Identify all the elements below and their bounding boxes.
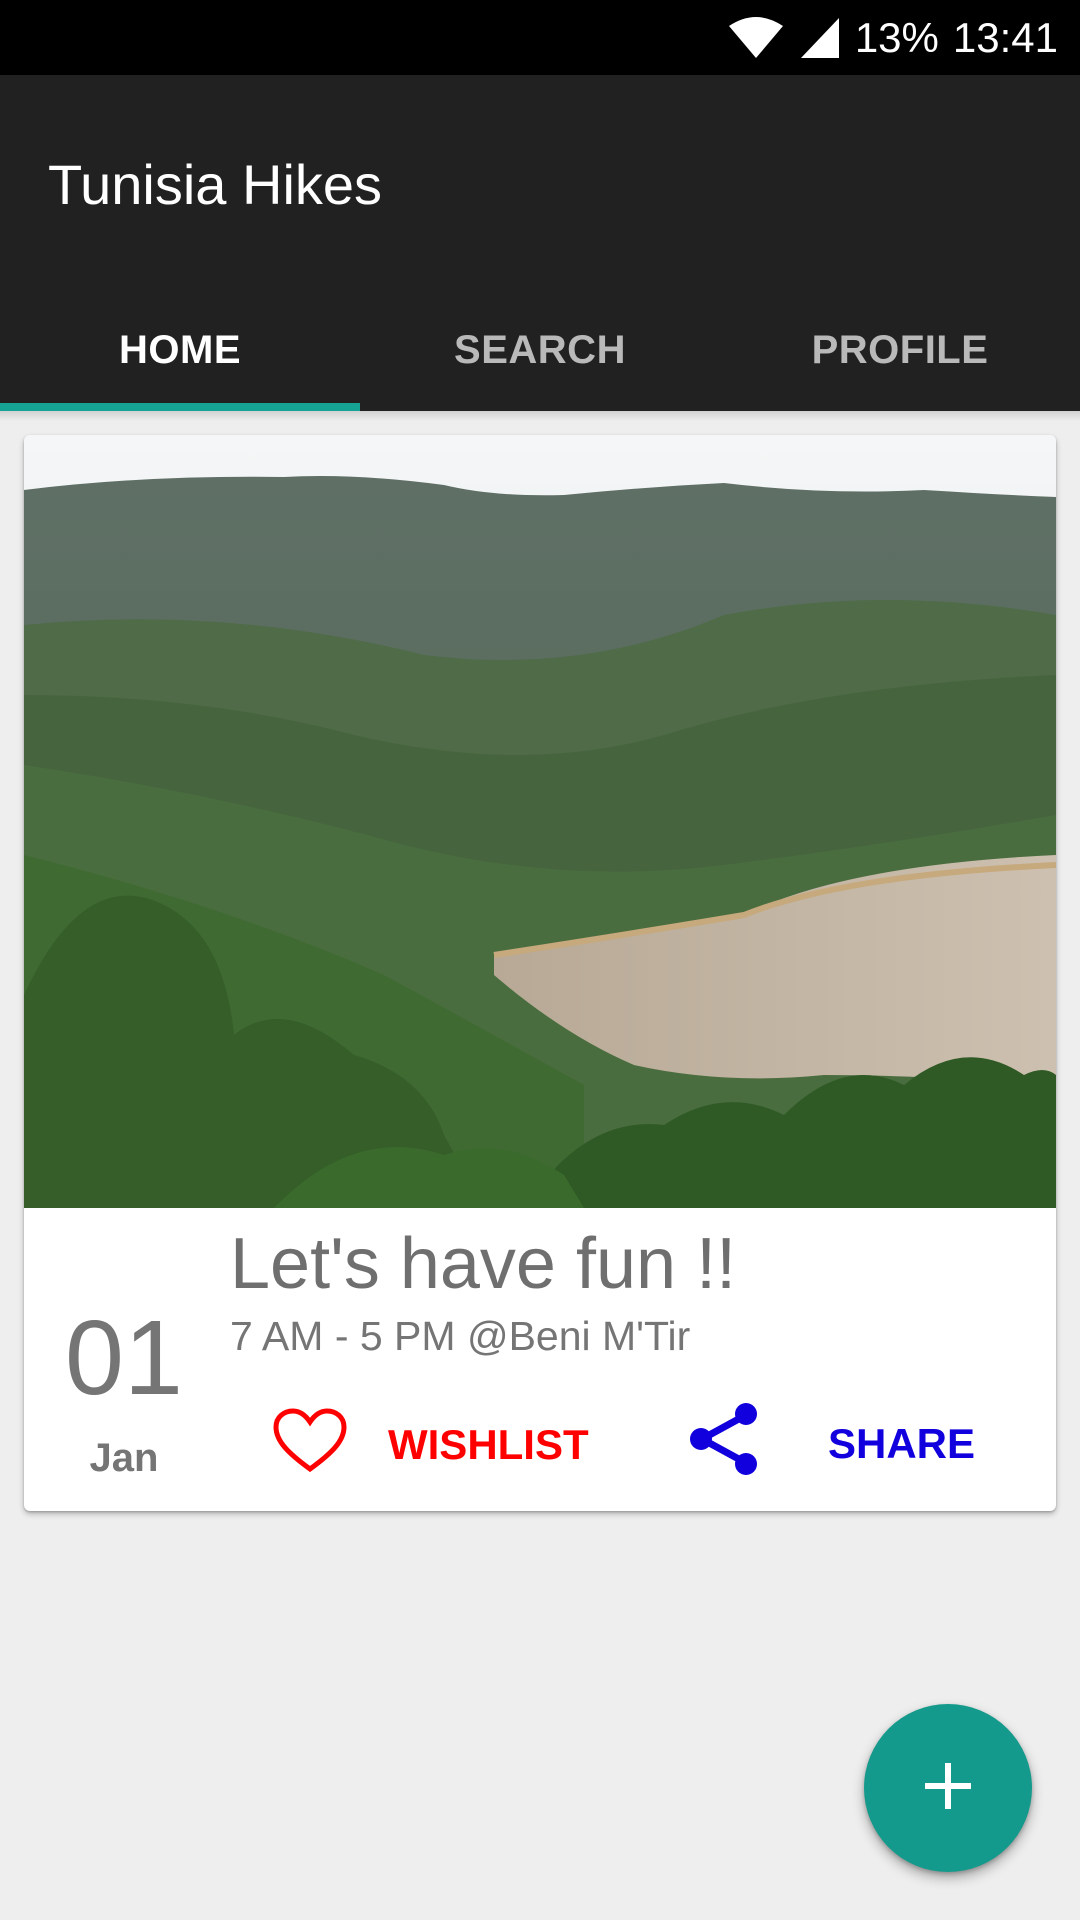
tab-home[interactable]: HOME [0,290,360,411]
event-title: Let's have fun !! [230,1224,737,1304]
heart-icon [272,1407,348,1483]
plus-icon [923,1761,973,1815]
cellular-signal-icon [799,16,841,60]
hike-photo [24,435,1056,1208]
tab-bar: HOME SEARCH PROFILE [0,290,1080,411]
status-indicators: 13% 13:41 [727,0,1058,75]
share-icon [688,1401,762,1487]
status-bar: 13% 13:41 [0,0,1080,75]
tab-profile[interactable]: PROFILE [720,290,1080,411]
share-button[interactable]: SHARE [688,1399,975,1489]
event-card[interactable]: 01 Jan Let's have fun !! 7 AM - 5 PM @Be… [24,435,1056,1511]
share-label: SHARE [828,1420,976,1467]
app-title: Tunisia Hikes [48,153,383,216]
tab-search[interactable]: SEARCH [360,290,720,411]
battery-percent: 13% [854,13,939,61]
tab-indicator [0,403,360,411]
add-hike-button[interactable] [864,1704,1032,1872]
event-details: 7 AM - 5 PM @Beni M'Tir [230,1313,691,1359]
event-day: 01 [65,1299,183,1417]
clock: 13:41 [952,13,1058,61]
app-bar-shadow [0,411,1080,421]
wifi-icon [727,16,785,60]
wishlist-label: WISHLIST [388,1421,589,1468]
wishlist-button[interactable]: WISHLIST [272,1405,589,1485]
event-month: Jan [89,1436,159,1480]
